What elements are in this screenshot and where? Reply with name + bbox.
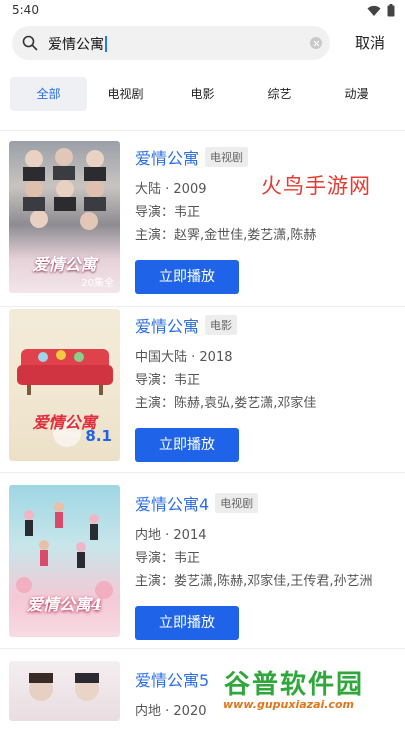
watermark-cn: 谷普软件园 [224, 670, 365, 700]
movie-title[interactable]: 爱情公寓5 [135, 667, 209, 691]
movie-title[interactable]: 爱情公寓 [135, 313, 199, 337]
poster-image[interactable]: 爱情公寓4 [9, 485, 120, 637]
tab-all[interactable]: 全部 [10, 77, 87, 111]
battery-icon [387, 4, 395, 17]
region-year: 内地 · 2014 [135, 528, 207, 543]
region-year: 大陆 · 2009 [135, 182, 207, 197]
play-button[interactable]: 立即播放 [135, 606, 239, 640]
cast: 主演：赵霁,金世佳,娄艺潇,陈赫 [135, 228, 317, 243]
title-line: 爱情公寓5 [135, 667, 209, 691]
director: 导演：韦正 [135, 551, 201, 566]
cast: 主演：娄艺潇,陈赫,邓家佳,王传君,孙艺洲 [135, 574, 373, 589]
watermark-top: 火鸟手游网 [261, 174, 371, 198]
title-line: 爱情公寓4 电视剧 [135, 491, 259, 515]
title-line: 爱情公寓 电视剧 [135, 145, 249, 169]
director: 导演：韦正 [135, 205, 201, 220]
cast: 主演：陈赫,袁弘,娄艺潇,邓家佳 [135, 396, 317, 411]
status-time: 5:40 [12, 3, 39, 17]
clear-icon[interactable] [310, 37, 322, 49]
tab-movies[interactable]: 电影 [164, 77, 241, 111]
play-button[interactable]: 立即播放 [135, 428, 239, 462]
type-badge: 电视剧 [215, 493, 259, 513]
watermark-bottom: 谷普软件园 www.gupuxiazai.com [220, 664, 403, 718]
rating-badge: 8.1 [85, 427, 112, 445]
poster-title: 爱情公寓4 [26, 595, 103, 614]
poster-image[interactable] [9, 661, 120, 721]
list-item[interactable]: 爱情公寓 20集全 爱情公寓 电视剧 大陆 · 2009 导演：韦正 主演：赵霁… [0, 130, 405, 307]
type-badge: 电影 [205, 315, 238, 335]
watermark-url: www.gupuxiazai.com [223, 698, 354, 711]
search-input[interactable]: 爱情公寓 [12, 26, 330, 60]
tab-tv-series[interactable]: 电视剧 [87, 77, 164, 111]
status-bar: 5:40 [0, 0, 405, 22]
movie-title[interactable]: 爱情公寓4 [135, 491, 209, 515]
search-icon [22, 35, 38, 51]
region-year: 中国大陆 · 2018 [135, 350, 233, 365]
director: 导演：韦正 [135, 373, 201, 388]
status-icons [367, 4, 395, 17]
list-item[interactable]: 爱情公寓4 爱情公寓4 电视剧 内地 · 2014 导演：韦正 主演：娄艺潇,陈… [0, 472, 405, 649]
poster-art [29, 673, 99, 701]
wifi-icon [367, 5, 381, 16]
poster-title: 爱情公寓 [32, 255, 97, 274]
cancel-button[interactable]: 取消 [355, 32, 385, 53]
type-badge: 电视剧 [205, 147, 249, 167]
search-row: 爱情公寓 取消 [0, 24, 405, 64]
movie-title[interactable]: 爱情公寓 [135, 145, 199, 169]
region-year: 内地 · 2020 [135, 704, 207, 719]
title-line: 爱情公寓 电影 [135, 313, 238, 337]
episode-badge: 20集全 [81, 278, 114, 289]
poster-image[interactable]: 爱情公寓 8.1 [9, 309, 120, 461]
poster-image[interactable]: 爱情公寓 20集全 [9, 141, 120, 293]
tab-anime[interactable]: 动漫 [318, 77, 395, 111]
tab-variety[interactable]: 综艺 [241, 77, 318, 111]
category-tabs: 全部 电视剧 电影 综艺 动漫 [10, 77, 395, 111]
play-button[interactable]: 立即播放 [135, 260, 239, 294]
search-query: 爱情公寓 [48, 34, 107, 54]
list-item[interactable]: 爱情公寓 8.1 爱情公寓 电影 中国大陆 · 2018 导演：韦正 主演：陈赫… [0, 306, 405, 483]
